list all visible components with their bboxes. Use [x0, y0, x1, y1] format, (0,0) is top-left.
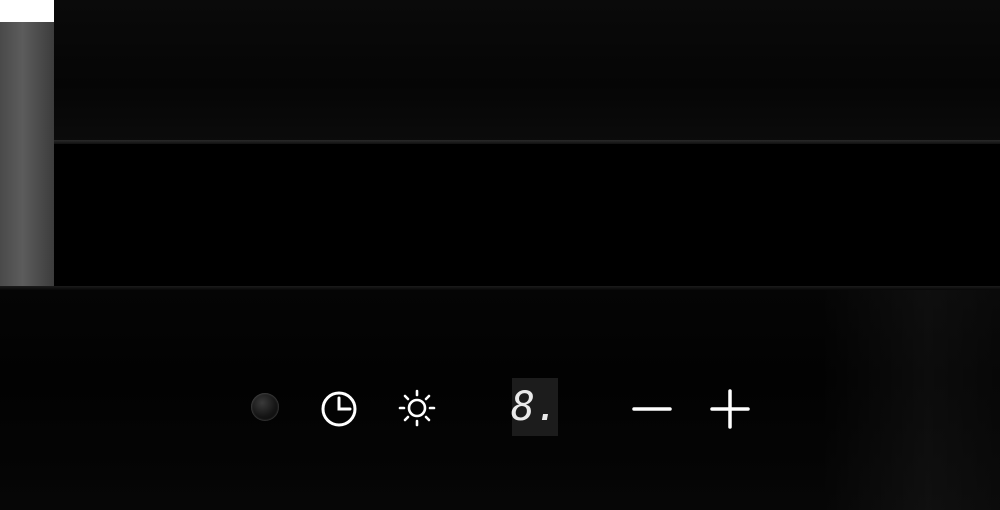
wall-background	[0, 0, 55, 22]
decrease-button[interactable]	[630, 392, 674, 426]
side-panel	[0, 22, 56, 288]
speed-display-value: 8.	[510, 384, 560, 430]
light-button[interactable]	[396, 388, 438, 428]
light-sun-icon	[398, 389, 436, 427]
hood-middle-body	[54, 144, 1000, 286]
plus-icon	[710, 389, 750, 429]
hood-upper-body	[54, 0, 1000, 142]
power-button[interactable]	[251, 393, 279, 421]
hood-scene: 8.	[0, 0, 1000, 510]
speed-display: 8.	[510, 378, 560, 436]
glass-reflection	[820, 290, 1000, 510]
minus-icon	[632, 407, 672, 411]
increase-button[interactable]	[708, 388, 752, 430]
timer-button[interactable]	[318, 389, 360, 429]
timer-clock-icon	[321, 391, 357, 427]
